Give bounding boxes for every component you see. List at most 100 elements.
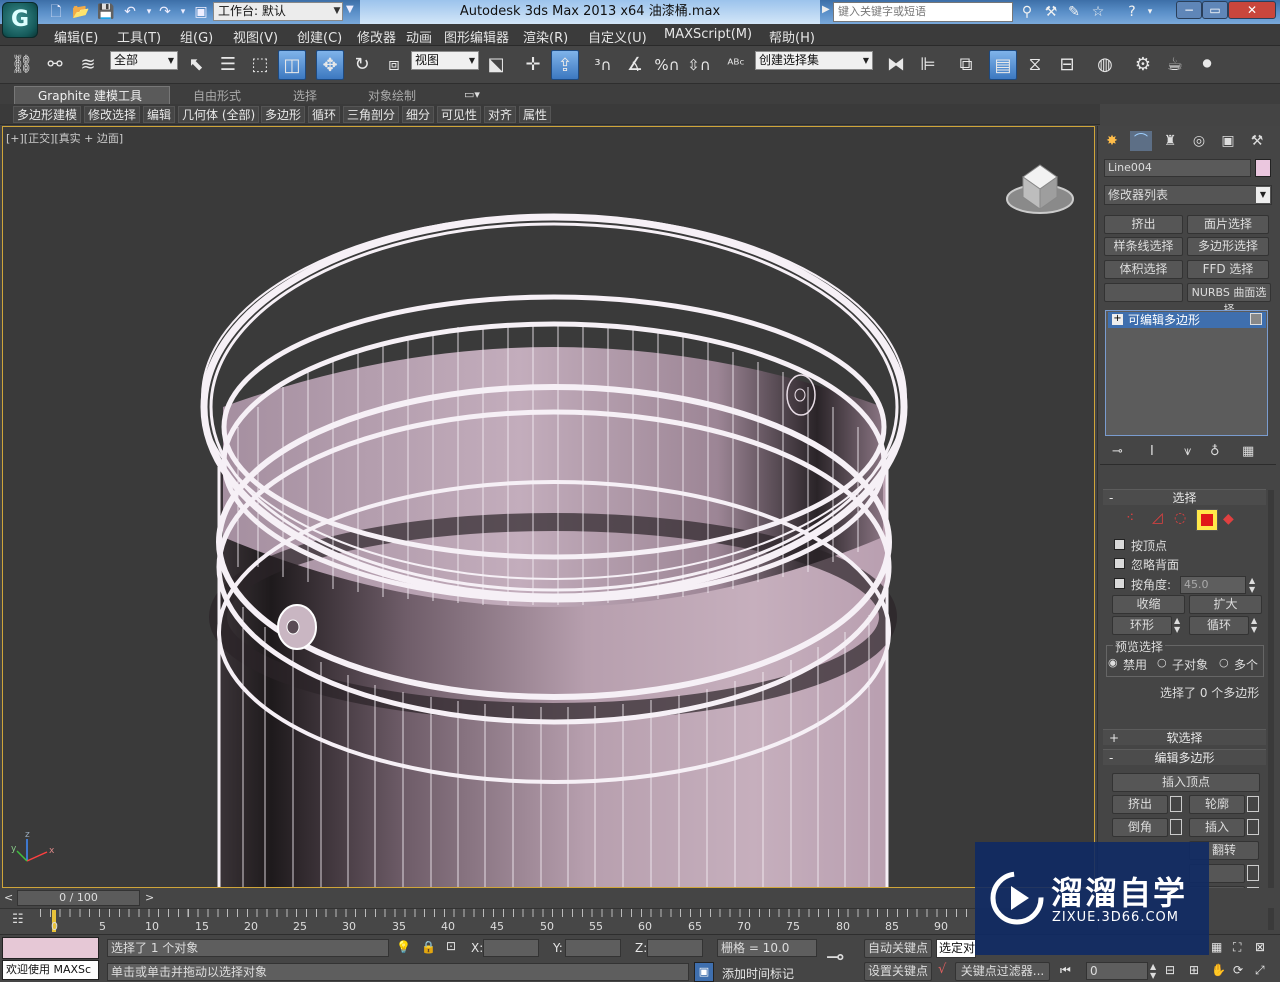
menu-graph-editors[interactable]: 图形编辑器: [444, 27, 509, 46]
pan-view-icon[interactable]: ✋: [1211, 963, 1226, 977]
viewport-plus-menu[interactable]: [+][: [6, 132, 28, 145]
display-tab-icon[interactable]: ▣: [1217, 131, 1239, 151]
menu-edit[interactable]: 编辑(E): [54, 27, 98, 46]
select-scale-icon[interactable]: ⧈: [380, 50, 408, 80]
binoculars-icon[interactable]: ⚲: [1017, 3, 1037, 21]
select-rotate-icon[interactable]: ↻: [348, 50, 376, 80]
collapse-minus-icon[interactable]: -: [1109, 490, 1113, 506]
panel-polygon-modeling[interactable]: 多边形建模: [13, 106, 82, 123]
tab-object-paint[interactable]: 对象绘制: [368, 87, 416, 104]
panel-subdivision[interactable]: 细分: [402, 106, 435, 123]
loop-spinner-icon[interactable]: ▲ ▼: [1251, 616, 1257, 634]
maxscript-input[interactable]: 欢迎使用 MAXSc: [2, 960, 99, 980]
panel-polygons[interactable]: 多边形: [261, 106, 306, 123]
shrink-button[interactable]: 收缩: [1112, 595, 1185, 614]
chevron-down-icon[interactable]: ▼: [165, 52, 177, 69]
frame-spinner-icon[interactable]: ▲ ▼: [1150, 962, 1156, 980]
ring-spinner-icon[interactable]: ▲ ▼: [1174, 616, 1180, 634]
angle-spinner[interactable]: 45.0: [1180, 576, 1246, 594]
grow-button[interactable]: 扩大: [1189, 595, 1262, 614]
viewport-shading-menu[interactable]: 真实 + 边面: [59, 132, 119, 145]
absolute-mode-icon[interactable]: ⊡: [446, 939, 456, 953]
by-vertex-checkbox[interactable]: [1114, 539, 1125, 550]
bind-space-warp-icon[interactable]: ≋: [74, 50, 102, 80]
rollout-soft-selection-header[interactable]: + 软选择: [1103, 729, 1266, 745]
maximize-button[interactable]: ▭: [1202, 1, 1228, 19]
y-coordinate-field[interactable]: [565, 939, 621, 957]
material-editor-icon[interactable]: ◍: [1091, 50, 1119, 80]
nurbs-select-modifier-button[interactable]: NURBS 曲面选择: [1187, 283, 1271, 316]
select-move-icon[interactable]: ✥: [316, 50, 344, 80]
panel-edit[interactable]: 编辑: [143, 106, 176, 123]
snaps-toggle-icon[interactable]: ³∩: [589, 50, 617, 80]
maximize-viewport-icon[interactable]: ⤢: [1255, 963, 1265, 978]
minimize-button[interactable]: −: [1176, 1, 1202, 19]
window-crossing-icon[interactable]: ◫: [278, 50, 306, 80]
polygon-mode-icon[interactable]: [1196, 509, 1218, 531]
outline-settings-icon[interactable]: [1247, 796, 1259, 812]
search-expand-icon[interactable]: ▶: [822, 4, 830, 15]
configure-sets-icon[interactable]: ▦: [1242, 444, 1254, 459]
key-filters-button[interactable]: 关键点过滤器...: [955, 962, 1050, 981]
tab-graphite[interactable]: Graphite 建模工具: [38, 87, 142, 104]
undo-icon[interactable]: ↶: [121, 3, 139, 21]
pin-stack-icon[interactable]: ⊸: [1112, 444, 1123, 459]
expand-plus-icon[interactable]: +: [1112, 314, 1123, 325]
unlink-icon[interactable]: ⚯: [41, 50, 69, 80]
workspace-dropdown[interactable]: 工作台: 默认: [213, 2, 343, 21]
project-folder-icon[interactable]: ▣: [192, 3, 210, 21]
radio-disabled-icon[interactable]: ◉: [1108, 656, 1118, 669]
selection-set-dropdown[interactable]: 选定对: [936, 939, 976, 958]
viewport-label[interactable]: [+][正交][真实 + 边面]: [6, 130, 123, 146]
rollout-edit-polygons-header[interactable]: - 编辑多边形: [1103, 749, 1266, 765]
modify-tab-icon[interactable]: ⌒: [1130, 131, 1152, 151]
communication-center-icon[interactable]: ✎: [1064, 3, 1084, 21]
remove-modifier-icon[interactable]: ♁: [1210, 444, 1220, 459]
edit-named-selection-icon[interactable]: ᴬᴮᶜ: [722, 50, 750, 80]
inset-button[interactable]: 插入: [1189, 818, 1245, 837]
time-tag-icon[interactable]: ▣: [694, 962, 714, 982]
radio-multiple-icon[interactable]: ○: [1219, 656, 1229, 669]
settings-icon[interactable]: [1247, 865, 1259, 881]
scene-explorer-icon[interactable]: ▤: [989, 50, 1017, 80]
new-file-icon[interactable]: 🗋: [47, 3, 65, 21]
panel-geometry-all[interactable]: 几何体 (全部): [178, 106, 260, 123]
menu-animation[interactable]: 动画: [406, 27, 432, 46]
empty-modifier-button[interactable]: [1104, 283, 1183, 302]
panel-loops[interactable]: 循环: [308, 106, 341, 123]
select-by-name-icon[interactable]: ☰: [214, 50, 242, 80]
align-icon[interactable]: ⊫: [914, 50, 942, 80]
field-of-view-icon[interactable]: ▦: [1211, 940, 1222, 954]
viewport-orthographic[interactable]: z x y: [2, 126, 1095, 888]
spline-select-modifier-button[interactable]: 样条线选择: [1104, 237, 1183, 256]
app-logo-icon[interactable]: G: [2, 2, 38, 38]
make-unique-icon[interactable]: ⩛: [1184, 444, 1191, 459]
stack-item-editable-poly[interactable]: 可编辑多边形: [1108, 312, 1266, 328]
auto-key-button[interactable]: 自动关键点: [864, 939, 932, 958]
menu-create[interactable]: 创建(C): [297, 27, 342, 46]
modifier-list-dropdown[interactable]: 修改器列表: [1104, 185, 1272, 205]
angle-snap-icon[interactable]: ∡: [621, 50, 649, 80]
menu-help[interactable]: 帮助(H): [769, 27, 815, 46]
named-selection-dropdown[interactable]: 创建选择集: [755, 51, 873, 70]
favorites-star-icon[interactable]: ☆: [1088, 3, 1108, 21]
object-color-swatch[interactable]: [1255, 159, 1271, 177]
schematic-view-icon[interactable]: ⊟: [1053, 50, 1081, 80]
percent-snap-icon[interactable]: %∩: [653, 50, 681, 80]
set-key-button[interactable]: 设置关键点: [864, 962, 932, 981]
time-config-icon[interactable]: ⊟: [1165, 963, 1175, 977]
ffd-select-modifier-button[interactable]: FFD 选择: [1187, 260, 1269, 279]
viewport-pov-menu[interactable]: 正交: [28, 132, 50, 145]
loop-button[interactable]: 循环: [1189, 616, 1249, 635]
goto-start-icon[interactable]: ⏮: [1060, 963, 1071, 978]
chevron-down-icon[interactable]: ▼: [331, 2, 343, 21]
next-frame-icon[interactable]: >: [145, 891, 154, 904]
object-name-field[interactable]: Line004: [1104, 159, 1251, 177]
stack-toggle-icon[interactable]: [1250, 313, 1262, 325]
chevron-down-icon[interactable]: ▼: [1256, 187, 1270, 203]
rollout-selection-header[interactable]: - 选择: [1103, 489, 1266, 505]
rendered-frame-window-icon[interactable]: ☕: [1161, 50, 1189, 80]
panel-properties[interactable]: 属性: [519, 106, 552, 123]
show-end-result-icon[interactable]: Ⅰ: [1150, 444, 1154, 459]
keyboard-shortcut-override-icon[interactable]: ⇪: [551, 50, 579, 80]
